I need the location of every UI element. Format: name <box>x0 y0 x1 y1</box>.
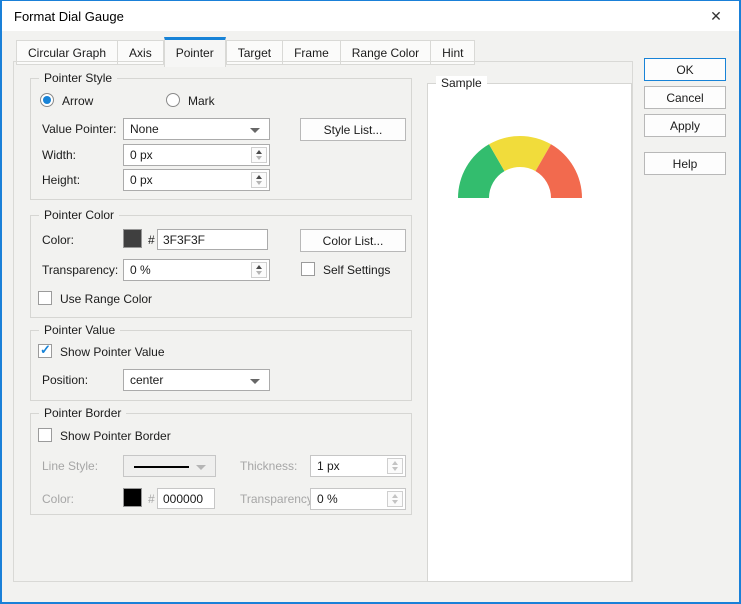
cancel-button[interactable]: Cancel <box>644 86 726 109</box>
pointer-color-group-title: Pointer Color <box>39 208 119 222</box>
apply-button[interactable]: Apply <box>644 114 726 137</box>
sample-group: Sample <box>427 83 632 582</box>
sample-group-title: Sample <box>436 76 487 90</box>
pointer-border-group-title: Pointer Border <box>39 406 126 420</box>
help-button[interactable]: Help <box>644 152 726 175</box>
pointer-value-group: Pointer Value <box>30 330 412 401</box>
pointer-style-group: Pointer Style <box>30 78 412 200</box>
pointer-value-group-title: Pointer Value <box>39 323 120 337</box>
dial-gauge-preview <box>458 136 582 198</box>
dialog-title: Format Dial Gauge <box>14 9 124 24</box>
ok-button[interactable]: OK <box>644 58 726 81</box>
pointer-color-group: Pointer Color <box>30 215 412 318</box>
pointer-border-group: Pointer Border <box>30 413 412 515</box>
format-dial-gauge-dialog: Format Dial Gauge ✕ Circular Graph Axis … <box>0 0 741 604</box>
title-bar: Format Dial Gauge ✕ <box>2 1 739 31</box>
pointer-style-group-title: Pointer Style <box>39 71 117 85</box>
close-icon[interactable]: ✕ <box>701 4 731 28</box>
tab-pointer[interactable]: Pointer <box>164 37 226 67</box>
